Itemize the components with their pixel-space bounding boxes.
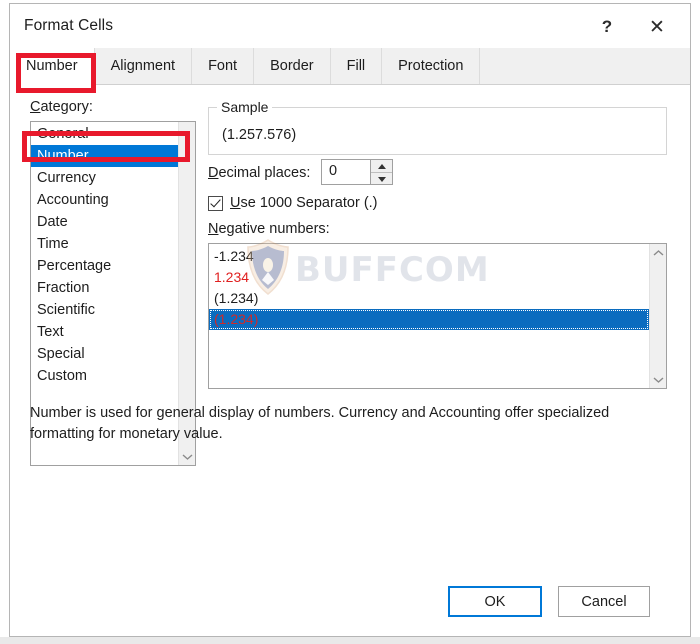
- list-item[interactable]: (1.234): [209, 309, 649, 330]
- title-bar: Format Cells ? ✕: [10, 4, 690, 48]
- list-item[interactable]: Time: [31, 233, 178, 255]
- chevron-down-icon[interactable]: [179, 448, 195, 465]
- tab-alignment[interactable]: Alignment: [94, 48, 193, 84]
- triangle-down-icon[interactable]: [371, 173, 392, 185]
- dialog-title: Format Cells: [24, 17, 114, 34]
- negative-numbers-scrollbar[interactable]: [649, 244, 666, 388]
- dialog-body: Category: General Number Currency Accoun…: [10, 85, 690, 574]
- cancel-button[interactable]: Cancel: [558, 586, 650, 617]
- tab-border[interactable]: Border: [254, 48, 331, 84]
- list-item[interactable]: Special: [31, 343, 178, 365]
- category-description: Number is used for general display of nu…: [30, 405, 610, 442]
- list-item[interactable]: Custom: [31, 365, 178, 387]
- format-cells-dialog: Format Cells ? ✕ Number Alignment Font B…: [9, 3, 691, 637]
- checkmark-icon[interactable]: [208, 195, 223, 211]
- tab-strip: Number Alignment Font Border Fill Protec…: [10, 48, 690, 85]
- list-item[interactable]: Text: [31, 321, 178, 343]
- list-item[interactable]: (1.234): [209, 288, 649, 309]
- decimal-places-value[interactable]: 0: [329, 163, 337, 179]
- chevron-up-icon[interactable]: [650, 244, 666, 261]
- tab-number[interactable]: Number: [10, 48, 95, 85]
- ok-button[interactable]: OK: [448, 586, 542, 617]
- help-button[interactable]: ?: [584, 8, 630, 46]
- list-item[interactable]: Accounting: [31, 189, 178, 211]
- negative-numbers-label: Negative numbers:: [208, 221, 330, 237]
- category-label: Category:: [30, 99, 93, 115]
- list-item[interactable]: 1.234: [209, 267, 649, 288]
- sample-value: (1.257.576): [222, 127, 297, 143]
- use-1000-separator-checkbox[interactable]: Use 1000 Separator (.): [208, 195, 378, 211]
- list-item[interactable]: Percentage: [31, 255, 178, 277]
- tab-protection[interactable]: Protection: [382, 48, 481, 84]
- tab-font[interactable]: Font: [192, 48, 255, 84]
- dialog-footer: OK Cancel: [10, 574, 690, 636]
- list-item[interactable]: Scientific: [31, 299, 178, 321]
- sample-group: Sample (1.257.576): [208, 99, 667, 155]
- use-1000-separator-label: Use 1000 Separator (.): [230, 195, 378, 211]
- negative-numbers-listbox[interactable]: -1.234 1.234 (1.234) (1.234): [208, 243, 667, 389]
- stepper-buttons: [370, 160, 392, 184]
- list-item[interactable]: General: [31, 123, 178, 145]
- tab-fill[interactable]: Fill: [330, 48, 383, 84]
- list-item[interactable]: -1.234: [209, 246, 649, 267]
- window-bottom-strip: [0, 637, 700, 644]
- sample-group-title: Sample: [217, 99, 273, 115]
- triangle-up-icon[interactable]: [371, 160, 392, 173]
- list-item[interactable]: Number: [31, 145, 178, 167]
- decimal-places-stepper[interactable]: 0: [321, 159, 393, 185]
- list-item[interactable]: Fraction: [31, 277, 178, 299]
- list-item[interactable]: Currency: [31, 167, 178, 189]
- list-item[interactable]: Date: [31, 211, 178, 233]
- close-button[interactable]: ✕: [634, 8, 680, 46]
- negative-numbers-items: -1.234 1.234 (1.234) (1.234): [209, 244, 649, 388]
- decimal-places-label: Decimal places:: [208, 165, 311, 181]
- chevron-down-icon[interactable]: [650, 371, 666, 388]
